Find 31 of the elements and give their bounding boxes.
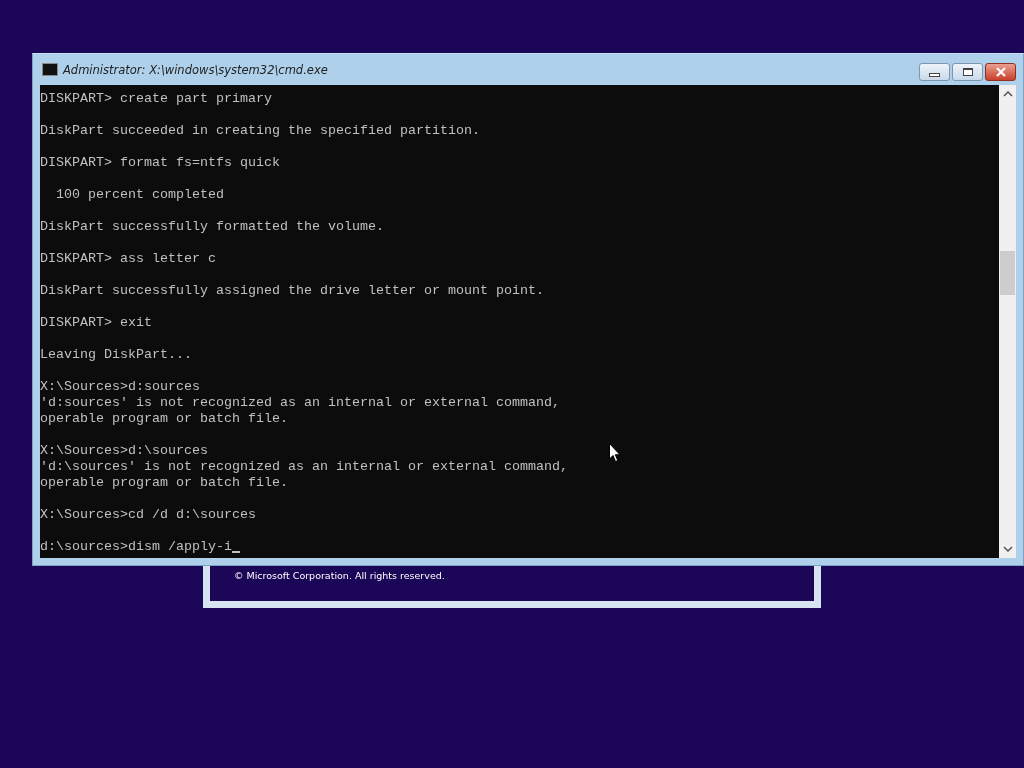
console-line: 'd:\sources' is not recognized as an internal or external command,: [40, 459, 568, 475]
console-line: 100 percent completed: [55, 187, 224, 203]
mouse-pointer-icon: [609, 443, 621, 463]
console-icon: [42, 63, 58, 76]
console-line: 'd:sources' is not recognized as an internal or external command,: [40, 395, 560, 411]
close-button[interactable]: [985, 63, 1016, 81]
window-title: Administrator: X:\windows\system32\cmd.exe: [63, 62, 328, 77]
close-icon: [994, 67, 1007, 77]
scroll-down-icon[interactable]: [1002, 546, 1013, 552]
console-line: DiskPart successfully formatted the volume.: [40, 219, 384, 235]
console-line: d:\sources>dism /apply-i: [40, 539, 232, 555]
console-line: operable program or batch file.: [40, 475, 288, 491]
copyright-text: © Microsoft Corporation. All rights reserved.: [234, 570, 445, 581]
scrollbar-thumb[interactable]: [1000, 251, 1015, 295]
minimize-icon: [929, 72, 940, 77]
maximize-button[interactable]: [952, 63, 983, 81]
console-line: DISKPART> ass letter c: [40, 251, 216, 267]
console-line: X:\Sources>d:sources: [40, 379, 200, 395]
console-line: DiskPart succeeded in creating the specified partition.: [40, 123, 480, 139]
minimize-button[interactable]: [919, 63, 950, 81]
console-line: X:\Sources>d:\sources: [40, 443, 208, 459]
scroll-up-icon[interactable]: [1002, 91, 1013, 97]
console-line: DISKPART> create part primary: [40, 91, 272, 107]
console-line: X:\Sources>cd /d d:\sources: [40, 507, 256, 523]
console-line: operable program or batch file.: [40, 411, 288, 427]
console-line: DISKPART> exit: [40, 315, 152, 331]
maximize-icon: [962, 68, 973, 76]
console-line: DISKPART> format fs=ntfs quick: [40, 155, 280, 171]
console-line: DiskPart successfully assigned the drive letter or mount point.: [40, 283, 544, 299]
scrollbar[interactable]: [999, 85, 1016, 558]
console-line: Leaving DiskPart...: [40, 347, 192, 363]
